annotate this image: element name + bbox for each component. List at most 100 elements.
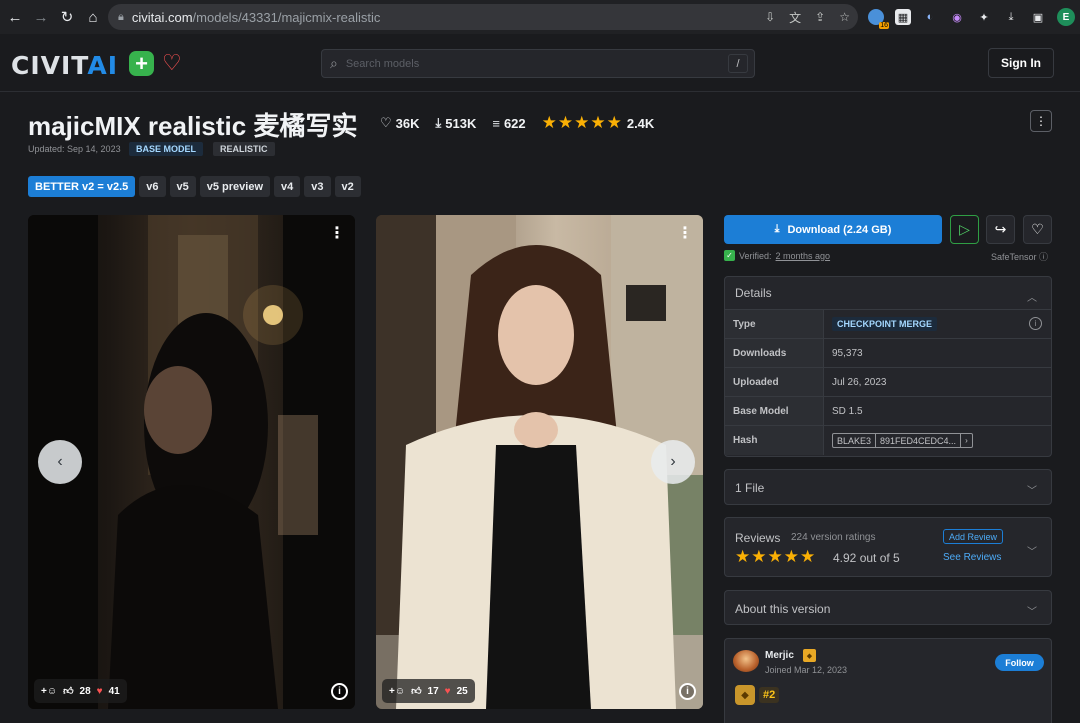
extension-circle-icon[interactable]: ◉ bbox=[949, 9, 965, 25]
comment-icon: ≡ bbox=[492, 115, 500, 131]
likes-stat[interactable]: ♡ 36K bbox=[380, 115, 420, 131]
downloads-stat: ⤓ 513K bbox=[436, 115, 477, 131]
about-version-panel[interactable]: About this version ﹀ bbox=[724, 590, 1052, 625]
version-tab[interactable]: v5 bbox=[169, 176, 196, 197]
creator-avatar[interactable] bbox=[733, 650, 759, 672]
add-reaction-icon[interactable]: +☺ bbox=[389, 686, 405, 697]
model-title: majicMIX realistic 麦橘写实 bbox=[28, 111, 358, 141]
profile-avatar[interactable]: E bbox=[1057, 8, 1075, 26]
hash-value: 891FED4CEDC4... bbox=[880, 435, 957, 446]
run-play-button[interactable]: ▷ bbox=[950, 215, 979, 244]
translate-icon[interactable]: 文 bbox=[789, 9, 801, 26]
search-box[interactable]: ⌕ / bbox=[321, 49, 755, 78]
image-info-icon[interactable]: i bbox=[679, 683, 696, 700]
likes-count: 36K bbox=[395, 115, 420, 131]
creator-badge-icon: ◆ bbox=[803, 649, 816, 662]
extension-shield-icon[interactable]: ◐ bbox=[922, 9, 938, 25]
extensions-puzzle-icon[interactable]: ✦ bbox=[976, 9, 992, 25]
details-title: Details bbox=[735, 286, 772, 300]
version-tab[interactable]: v3 bbox=[304, 176, 331, 197]
heart-reaction-icon[interactable]: ♥ bbox=[97, 686, 103, 697]
rating-stat[interactable]: ★★★★★ 2.4K bbox=[542, 113, 655, 133]
verified-label: Verified: bbox=[739, 250, 772, 261]
back-arrow-icon[interactable]: ← bbox=[4, 6, 26, 28]
address-bar[interactable]: 🔒︎ civitai.com/models/43331/majicmix-rea… bbox=[108, 4, 858, 30]
like-reaction-icon[interactable]: 👍︎ bbox=[63, 685, 73, 697]
download-icon: ⤓ bbox=[435, 115, 442, 130]
download-button[interactable]: ⤓ Download (2.24 GB) bbox=[724, 215, 942, 244]
civitai-logo[interactable]: CIVITAI bbox=[11, 51, 118, 80]
details-key: Base Model bbox=[725, 397, 824, 425]
browser-toolbar: ← → ↻ ⌂ 🔒︎ civitai.com/models/43331/maji… bbox=[0, 0, 1080, 34]
share-button[interactable]: ↪ bbox=[986, 215, 1015, 244]
add-reaction-icon[interactable]: +☺ bbox=[41, 686, 57, 697]
follow-button[interactable]: Follow bbox=[995, 654, 1044, 671]
add-review-button[interactable]: Add Review bbox=[943, 529, 1004, 544]
info-icon[interactable]: ⓘ bbox=[1039, 252, 1048, 262]
files-panel[interactable]: 1 File ﹀ bbox=[724, 469, 1052, 505]
home-icon[interactable]: ⌂ bbox=[82, 6, 104, 28]
details-panel: Details ︿ Type CHECKPOINT MERGE i Downloa… bbox=[724, 276, 1052, 457]
details-row-base-model: Base Model SD 1.5 bbox=[725, 397, 1051, 426]
version-tab[interactable]: v2 bbox=[334, 176, 361, 197]
install-app-icon[interactable]: ⇩ bbox=[765, 10, 775, 24]
details-key: Hash bbox=[725, 426, 824, 455]
card-menu-icon[interactable]: ⋮ bbox=[677, 223, 693, 243]
verified-check-icon: ✓ bbox=[724, 250, 735, 261]
downloads-icon[interactable]: ⤓ bbox=[1003, 9, 1019, 25]
share-page-icon[interactable]: ⇪ bbox=[815, 10, 825, 24]
files-title: 1 File bbox=[735, 481, 765, 495]
version-tab[interactable]: BETTER v2 = v2.5 bbox=[28, 176, 136, 197]
chevron-down-icon[interactable]: ﹀ bbox=[1027, 543, 1037, 558]
create-plus-button[interactable]: + bbox=[129, 51, 154, 76]
like-reaction-icon[interactable]: 👍︎ bbox=[411, 685, 421, 697]
image-info-icon[interactable]: i bbox=[331, 683, 348, 700]
heart-count: 25 bbox=[456, 685, 468, 697]
extension-globe-icon[interactable]: 16 bbox=[868, 9, 889, 29]
updated-date: Updated: Sep 14, 2023 bbox=[28, 144, 121, 154]
heart-reaction-icon[interactable]: ♥ bbox=[445, 686, 451, 697]
extension-qr-icon[interactable]: ▦ bbox=[895, 9, 911, 25]
see-reviews-link[interactable]: See Reviews bbox=[943, 552, 1001, 563]
hash-copy-box[interactable]: BLAKE3 891FED4CEDC4... › bbox=[832, 433, 973, 448]
card-reactions: +☺ 👍︎ 28 ♥ 41 bbox=[34, 679, 127, 703]
about-title: About this version bbox=[735, 602, 831, 616]
verified-time-link[interactable]: 2 months ago bbox=[776, 251, 831, 261]
gallery-next-button[interactable]: › bbox=[651, 440, 695, 484]
model-stats: ♡ 36K ⤓ 513K ≡ 622 ★★★★★ 2.4K bbox=[380, 113, 654, 133]
details-row-downloads: Downloads 95,373 bbox=[725, 339, 1051, 368]
favorite-button[interactable]: ♡ bbox=[1023, 215, 1052, 244]
realistic-badge[interactable]: REALISTIC bbox=[213, 142, 275, 156]
reload-icon[interactable]: ↻ bbox=[56, 6, 78, 28]
comments-stat[interactable]: ≡ 622 bbox=[492, 116, 525, 131]
side-panel-icon[interactable]: ▣ bbox=[1030, 9, 1046, 25]
card-menu-icon[interactable]: ⋮ bbox=[329, 223, 345, 243]
search-input[interactable] bbox=[345, 57, 706, 70]
gallery-prev-button[interactable]: ‹ bbox=[38, 440, 82, 484]
details-value: 95,373 bbox=[832, 347, 863, 359]
details-key: Type bbox=[725, 310, 824, 338]
card-reactions: +☺ 👍︎ 17 ♥ 25 bbox=[382, 679, 475, 703]
details-header[interactable]: Details ︿ bbox=[725, 277, 1051, 310]
chevron-right-icon[interactable]: › bbox=[960, 434, 972, 447]
like-count: 17 bbox=[427, 685, 439, 697]
chevron-down-icon: ﹀ bbox=[1027, 607, 1037, 618]
site-header: CIVITAI + ♡ ⌕ / Sign In bbox=[0, 34, 1080, 92]
reviews-score: 4.92 out of 5 bbox=[833, 551, 900, 565]
chevron-down-icon: ﹀ bbox=[1027, 486, 1037, 497]
version-tab[interactable]: v6 bbox=[139, 176, 166, 197]
type-info-icon[interactable]: i bbox=[1029, 317, 1042, 330]
creator-name[interactable]: Merjic bbox=[765, 650, 794, 661]
rank-badge-icon: ◆ bbox=[735, 685, 755, 705]
version-tab[interactable]: v4 bbox=[274, 176, 301, 197]
support-heart-icon[interactable]: ♡ bbox=[162, 50, 182, 76]
details-value: Jul 26, 2023 bbox=[832, 376, 887, 388]
downloads-count: 513K bbox=[445, 115, 477, 131]
base-model-badge[interactable]: BASE MODEL bbox=[129, 142, 204, 156]
bookmark-star-icon[interactable]: ☆ bbox=[839, 10, 850, 24]
sign-in-button[interactable]: Sign In bbox=[988, 48, 1054, 78]
download-label: Download (2.24 GB) bbox=[787, 223, 892, 236]
model-more-menu-button[interactable]: ⋮ bbox=[1030, 110, 1052, 132]
version-tab[interactable]: v5 preview bbox=[199, 176, 271, 197]
forward-arrow-icon[interactable]: → bbox=[30, 6, 52, 28]
